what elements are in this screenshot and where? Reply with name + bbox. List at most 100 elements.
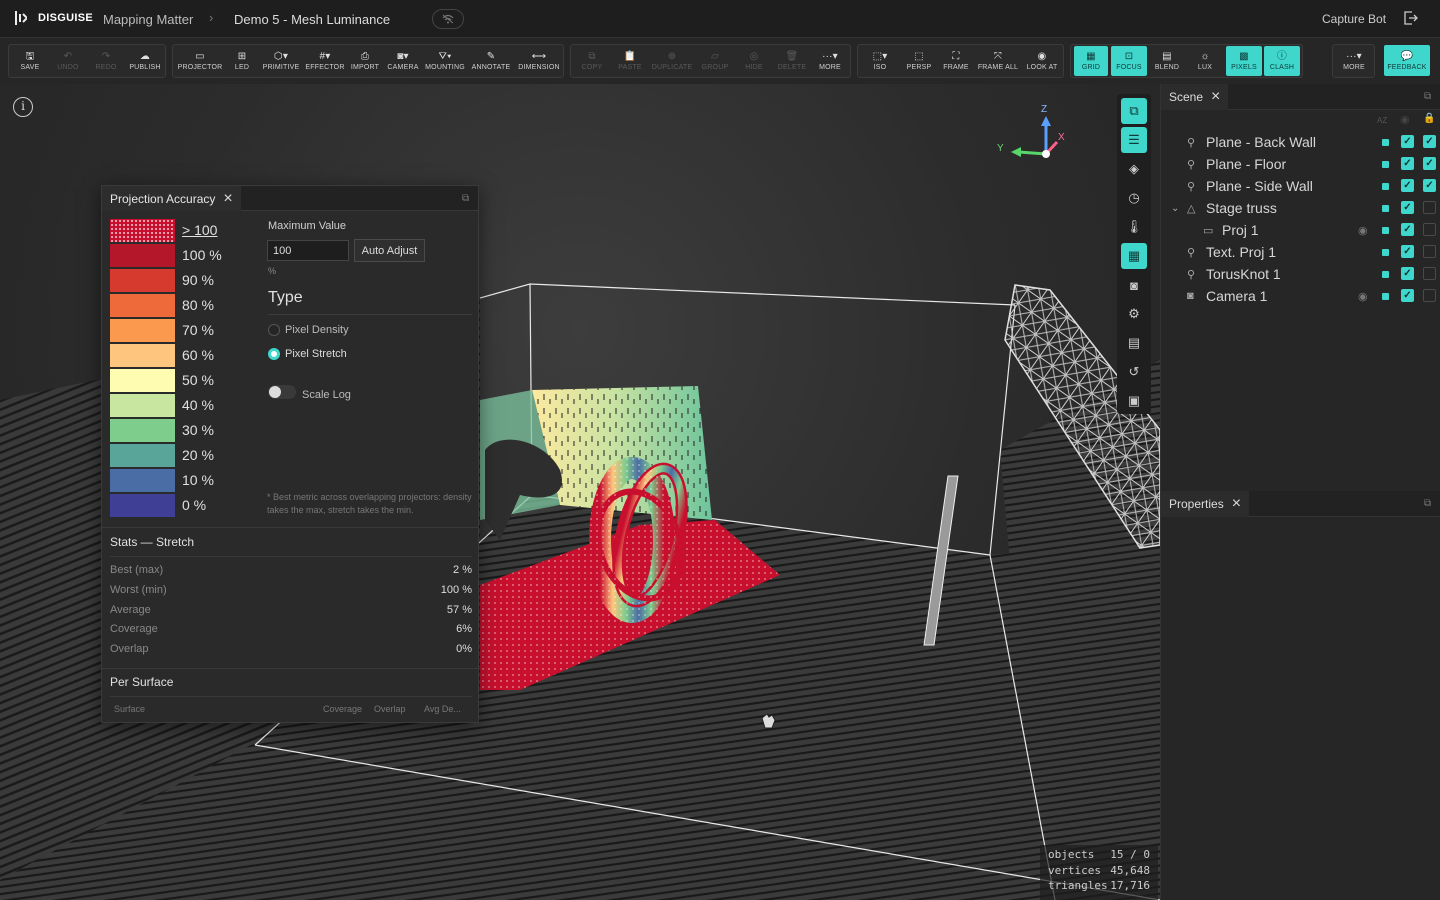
- frame-button[interactable]: ⛶ FRAME: [938, 45, 974, 77]
- lock-checkbox[interactable]: ✓: [1423, 135, 1436, 148]
- primitive-button[interactable]: ⬡▾ PRIMITIVE: [259, 45, 303, 77]
- copy-button[interactable]: ⧉ COPY: [573, 45, 611, 77]
- projection-accuracy-panel: Projection Accuracy × ⧉ > 100 100 % 90 % 80…: [101, 185, 479, 723]
- visibility-checkbox[interactable]: ✓: [1401, 157, 1414, 170]
- axis-gizmo[interactable]: Z X Y: [995, 104, 1070, 174]
- breadcrumb-file[interactable]: Demo 5 - Mesh Luminance: [234, 12, 390, 27]
- chevron-down-icon[interactable]: ⌄: [1171, 203, 1179, 214]
- sort-az-button[interactable]: AZ: [1377, 116, 1387, 125]
- popout-icon[interactable]: ⧉: [462, 193, 469, 204]
- connection-status-icon[interactable]: [432, 9, 464, 29]
- camera-button[interactable]: ◙▾ CAMERA: [383, 45, 423, 77]
- scale-log-toggle[interactable]: Scale Log: [268, 383, 351, 401]
- settings-tool[interactable]: ⚙: [1121, 301, 1147, 327]
- annotate-button[interactable]: ✎ ANNOTATE: [467, 45, 515, 77]
- look-at-button[interactable]: ◉ LOOK AT: [1022, 45, 1062, 77]
- duplicate-button[interactable]: ⊕ DUPLICATE: [649, 45, 695, 77]
- iso-button[interactable]: ⬚▾ ISO: [860, 45, 900, 77]
- pixels-button[interactable]: ▩ PIXELS: [1226, 46, 1262, 76]
- publish-button[interactable]: ☁ PUBLISH: [125, 45, 165, 77]
- logout-icon[interactable]: [1404, 11, 1418, 30]
- save-button[interactable]: 🖫 SAVE: [11, 45, 49, 77]
- lock-checkbox[interactable]: ✓: [1423, 157, 1436, 170]
- col-overlap[interactable]: Overlap: [374, 704, 406, 714]
- scene-item[interactable]: ⚲ Plane - Back Wall ✓ ✓: [1161, 131, 1440, 153]
- col-avg-density[interactable]: Avg De...: [424, 704, 461, 714]
- visibility-checkbox[interactable]: ✓: [1401, 223, 1414, 236]
- paste-button[interactable]: 📋 PASTE: [611, 45, 649, 77]
- feedback-button[interactable]: 💬 FEEDBACK: [1384, 45, 1430, 76]
- frame-all-button[interactable]: ⤧ FRAME ALL: [974, 45, 1022, 77]
- scene-item[interactable]: ⚲ Text. Proj 1 ✓: [1161, 241, 1440, 263]
- close-icon[interactable]: ×: [1232, 496, 1241, 512]
- effector-button[interactable]: #▾ EFFECTOR: [303, 45, 347, 77]
- visibility-checkbox[interactable]: ✓: [1401, 135, 1414, 148]
- lock-checkbox[interactable]: [1423, 289, 1436, 302]
- group-button[interactable]: ▱ GROUP: [695, 45, 735, 77]
- document-tool[interactable]: ▤: [1121, 330, 1147, 356]
- visibility-checkbox[interactable]: ✓: [1401, 179, 1414, 192]
- col-surface[interactable]: Surface: [114, 704, 145, 714]
- scene-item[interactable]: ⚲ TorusKnot 1 ✓: [1161, 263, 1440, 285]
- radio-pixel-stretch[interactable]: Pixel Stretch: [268, 346, 347, 362]
- popout-icon[interactable]: ⧉: [1424, 91, 1431, 102]
- hide-button[interactable]: ◎ HIDE: [735, 45, 773, 77]
- legend-label[interactable]: > 100: [182, 222, 217, 238]
- eye-icon[interactable]: ◉: [1358, 224, 1368, 237]
- scene-tab[interactable]: Scene ×: [1161, 84, 1229, 110]
- visibility-checkbox[interactable]: ✓: [1401, 201, 1414, 214]
- import-button[interactable]: ⎙ IMPORT: [347, 45, 383, 77]
- popout-icon[interactable]: ⧉: [1424, 498, 1431, 509]
- close-icon[interactable]: ×: [1211, 89, 1220, 105]
- properties-tab[interactable]: Properties ×: [1161, 491, 1250, 517]
- focus-button[interactable]: ⊡ FOCUS: [1111, 46, 1147, 76]
- lock-checkbox[interactable]: [1423, 267, 1436, 280]
- lock-checkbox[interactable]: [1423, 223, 1436, 236]
- pixel-map-tool[interactable]: ▦: [1121, 243, 1147, 269]
- eye-icon[interactable]: ◉: [1358, 290, 1368, 303]
- visibility-checkbox[interactable]: ✓: [1401, 245, 1414, 258]
- auto-adjust-button[interactable]: Auto Adjust: [354, 239, 425, 262]
- lock-checkbox[interactable]: ✓: [1423, 179, 1436, 192]
- more-edit-button[interactable]: ···▾ MORE: [811, 45, 849, 77]
- image-tool[interactable]: ▣: [1121, 388, 1147, 414]
- delete-button[interactable]: 🗑 DELETE: [773, 45, 811, 77]
- time-tool[interactable]: ◷: [1121, 185, 1147, 211]
- user-name[interactable]: Capture Bot: [1322, 12, 1386, 26]
- grid-button[interactable]: ▦ GRID: [1074, 46, 1108, 76]
- breadcrumb-project[interactable]: Mapping Matter: [103, 12, 193, 27]
- layers-tool[interactable]: ◈: [1121, 156, 1147, 182]
- lock-checkbox[interactable]: [1423, 201, 1436, 214]
- undo-button[interactable]: ↶ UNDO: [49, 45, 87, 77]
- scene-item[interactable]: ◙ Camera 1 ◉ ✓: [1161, 285, 1440, 307]
- persp-button[interactable]: ⬚ PERSP: [900, 45, 938, 77]
- visibility-checkbox[interactable]: ✓: [1401, 267, 1414, 280]
- max-value-input[interactable]: [267, 240, 349, 261]
- info-icon[interactable]: i: [13, 97, 33, 117]
- visibility-checkbox[interactable]: ✓: [1401, 289, 1414, 302]
- redo-button[interactable]: ↷ REDO: [87, 45, 125, 77]
- col-coverage[interactable]: Coverage: [323, 704, 362, 714]
- mounting-button[interactable]: ⛛▾ MOUNTING: [423, 45, 467, 77]
- scene-item[interactable]: ⌄ △ Stage truss ✓: [1161, 197, 1440, 219]
- panel-tab[interactable]: Projection Accuracy ×: [102, 186, 241, 211]
- blend-button[interactable]: ▤ BLEND: [1149, 45, 1185, 77]
- projector-button[interactable]: ▭ PROJECTOR: [175, 45, 225, 77]
- scene-item[interactable]: ⚲ Plane - Side Wall ✓ ✓: [1161, 175, 1440, 197]
- scene-item[interactable]: ⚲ Plane - Floor ✓ ✓: [1161, 153, 1440, 175]
- led-button[interactable]: ⊞ LED: [225, 45, 259, 77]
- scene-tree-tool[interactable]: ⧉: [1121, 98, 1147, 124]
- scene-item[interactable]: ▭ Proj 1 ◉ ✓: [1161, 219, 1440, 241]
- history-tool[interactable]: ↺: [1121, 359, 1147, 385]
- lux-button[interactable]: ☼ LUX: [1187, 45, 1223, 77]
- temperature-tool[interactable]: 🌡: [1121, 214, 1147, 240]
- close-icon[interactable]: ×: [223, 190, 232, 206]
- radio-circle-selected: [268, 348, 280, 360]
- camera-tool[interactable]: ◙: [1121, 272, 1147, 298]
- lock-checkbox[interactable]: [1423, 245, 1436, 258]
- clash-button[interactable]: ⓘ CLASH: [1264, 46, 1300, 76]
- radio-pixel-density[interactable]: Pixel Density: [268, 322, 349, 338]
- properties-tool[interactable]: ☰: [1121, 127, 1147, 153]
- dimension-button[interactable]: ⟷ DIMENSION: [515, 45, 563, 77]
- more-button[interactable]: ···▾ MORE: [1335, 45, 1373, 77]
